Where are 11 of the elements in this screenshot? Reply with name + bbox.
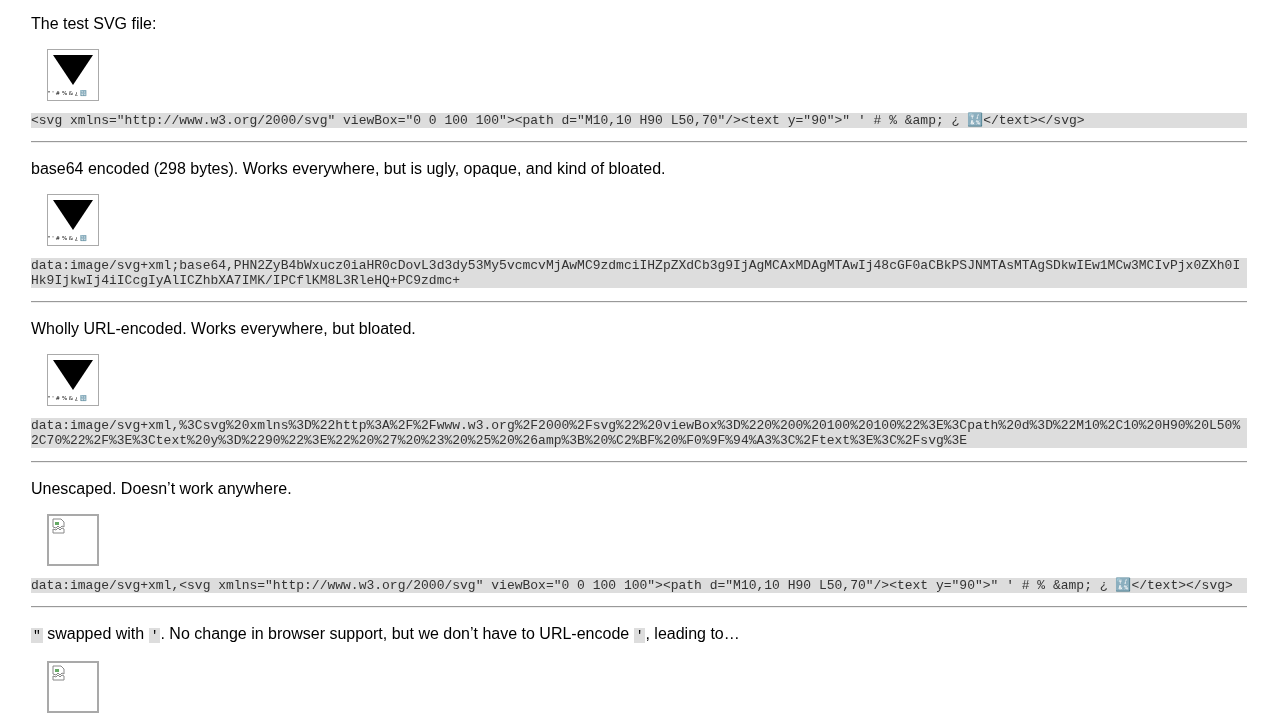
code-block: data:image/svg+xml;base64,PHN2ZyB4bWxucz0iaHR0cDovL3d3dy53My5vcmcvMjAwMC9zdmciIHZpZXdCb3g9IjAgMCAxMDAgMTAwIj48cGF0aCBkPSJNMTAsMTAgSDkwIEw1MCw3MCIvPjx0ZXh0IHk9IjkwIj4iICcgIyAlICZhbXA7IMK/IPCflKM8L3RleHQ+PC9zdmc+ — [31, 258, 1247, 288]
code-block: <svg xmlns="http://www.w3.org/2000/svg" viewBox="0 0 100 100"><path d="M10,10 H90 L50,70"/><text y="90">" ' # % &amp; ¿ 🔣</text></svg> — [31, 113, 1247, 128]
code-block: data:image/svg+xml,<svg xmlns="http://www.w3.org/2000/svg" viewBox="0 0 100 100"><path d="M10,10 H90 L50,70"/><text y="90">" ' # % &amp; ¿ 🔣</text></svg> — [31, 578, 1247, 593]
paragraph: " swapped with '. No change in browser support, but we don’t have to URL-encode ', leading to… — [31, 625, 741, 645]
paragraph: base64 encoded (298 bytes). Works everywhere, but is ugly, opaque, and kind of bloated. — [31, 160, 667, 178]
paragraph: The test SVG file: — [31, 15, 158, 33]
broken-image-icon — [51, 665, 67, 681]
paragraph: Unescaped. Doesn’t work anywhere. — [31, 480, 293, 498]
code-block: data:image/svg+xml,%3Csvg%20xmlns%3D%22http%3A%2F%2Fwww.w3.org%2F2000%2Fsvg%22%20viewBox%3D%220%200%20100%20100%22%3E%3Cpath%20d%3D%22M10%2C10%20H90%20L50%2C70%22%2F%3E%3Ctext%20y%3D%2290%22%3E%22%20%27%20%23%20%25%20%26amp%3B%20%C2%BF%20%F0%9F%94%A3%3C%2Ftext%3E%3C%2Fsvg%3E — [31, 418, 1247, 448]
paragraph: Wholly URL-encoded. Works everywhere, but bloated. — [31, 320, 417, 338]
broken-image-icon — [51, 518, 67, 534]
